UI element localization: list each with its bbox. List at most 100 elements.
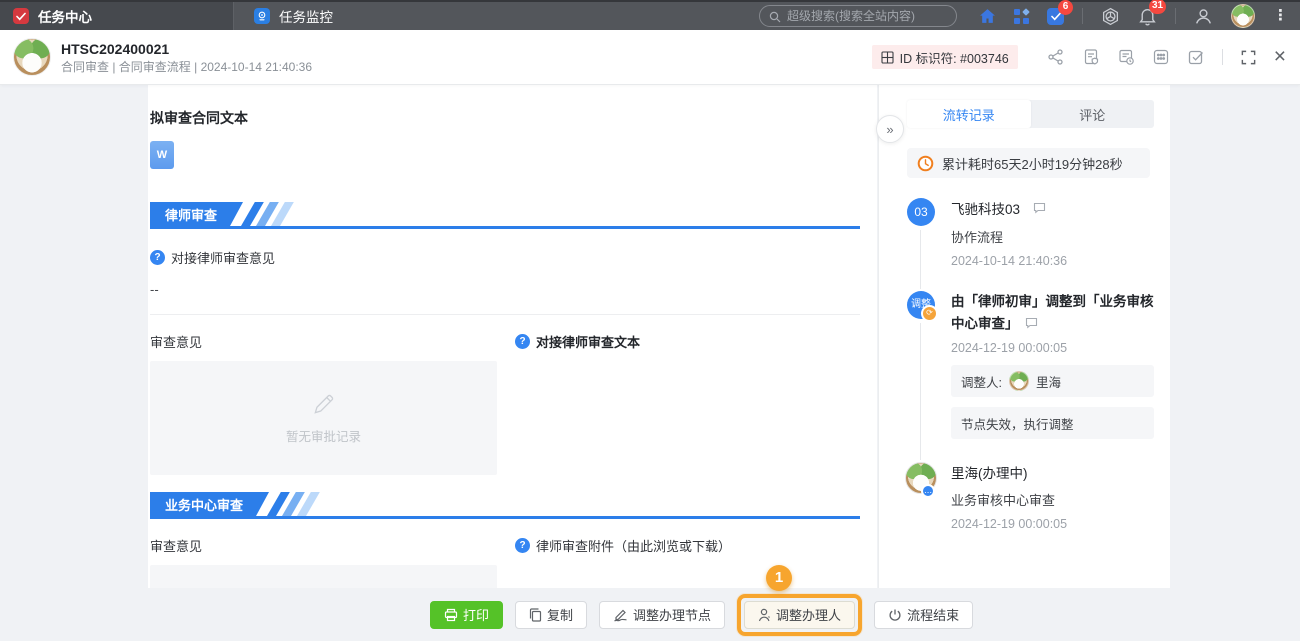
tab-comments[interactable]: 评论 [1031, 100, 1155, 128]
user-avatar[interactable] [1231, 4, 1255, 28]
apps-grid-icon [1014, 9, 1029, 24]
search-input[interactable] [759, 5, 957, 27]
home-button[interactable] [979, 8, 996, 24]
guide-highlight-ring: 1 调整办理人 [737, 594, 862, 636]
notifications-button[interactable]: 31 [1138, 7, 1157, 26]
header-divider [1222, 49, 1223, 65]
task-monitor-icon [254, 8, 270, 24]
adjuster-box: 调整人: 里海 [951, 365, 1154, 397]
business-review-opinion-label: 审查意见 [150, 536, 497, 555]
lawyer-review-section-banner: 律师审查 [150, 202, 860, 229]
timeline-connector [920, 323, 921, 460]
print-button[interactable]: 打印 [430, 601, 503, 629]
close-button[interactable]: × [1274, 48, 1286, 66]
avatar-image [1231, 4, 1255, 28]
flow-timeline: 03 飞驰科技03 协作流程 2024-10-14 21:40:36 调整 ⟳ … [907, 198, 1154, 531]
adjust-note-box: 节点失效，执行调整 [951, 407, 1154, 439]
id-chip-label: ID 标识符: #003746 [900, 48, 1009, 67]
grid-table-icon [881, 51, 894, 64]
more-menu-button[interactable]: ⋮ [1273, 9, 1288, 23]
headset-person-icon [1194, 7, 1213, 26]
support-button[interactable] [1194, 7, 1213, 26]
lawyer-opinion-label: 对接律师审查意见 [171, 248, 275, 267]
topbar-divider [1082, 8, 1083, 24]
tab-task-monitor-label: 任务监控 [279, 6, 333, 26]
task-count-badge: 6 [1058, 0, 1073, 15]
adjust-node-button[interactable]: 调整办理节点 [599, 601, 725, 629]
chevron-right-double-icon: » [886, 122, 893, 137]
signature-pen-icon [613, 608, 628, 622]
ribbon-stripes [267, 492, 306, 516]
global-search [759, 5, 957, 27]
doc-owner-avatar [13, 38, 51, 76]
action-footer: 打印 复制 调整办理节点 1 调整办理人 流程结束 [0, 588, 1300, 641]
pencil-icon [311, 391, 337, 417]
share-flow-button[interactable] [1047, 48, 1065, 66]
panel-tabs: 流转记录 评论 [907, 100, 1154, 128]
section-ribbon: 律师审查 [150, 202, 243, 226]
adjust-handler-button[interactable]: 调整办理人 [744, 601, 855, 629]
calculator-icon [1152, 48, 1170, 66]
fullscreen-button[interactable] [1240, 49, 1257, 66]
timeline-title: 里海(办理中) [951, 462, 1028, 482]
workbench-button[interactable] [1101, 7, 1120, 26]
timeline-node-03: 03 [907, 198, 935, 226]
file-shield-button[interactable] [1082, 48, 1100, 66]
tab-task-monitor[interactable]: 任务监控 [234, 2, 353, 30]
timeline-subtitle: 协作流程 [951, 227, 1154, 246]
lawyer-text-label-row: ? 对接律师审查文本 [515, 332, 860, 351]
panel-collapse-button[interactable]: » [876, 115, 904, 143]
end-process-button[interactable]: 流程结束 [874, 601, 973, 629]
expand-icon [1240, 49, 1257, 66]
adjuster-avatar [1009, 371, 1029, 391]
doc-title: HTSC202400021 [61, 42, 312, 56]
file-history-button[interactable] [1117, 48, 1135, 66]
handler-avatar-wrap: ⋯ [905, 462, 937, 494]
my-tasks-button[interactable]: 6 [1047, 8, 1064, 25]
timeline-item: ⋯ 里海(办理中) 业务审核中心审查 2024-12-19 00:00:05 [907, 462, 1154, 531]
adjuster-label: 调整人: [961, 372, 1002, 391]
empty-review-text: 暂无审批记录 [286, 426, 361, 445]
word-file-icon[interactable]: W [150, 141, 174, 169]
elapsed-time-pill: 累计耗时65天2小时19分钟28秒 [907, 148, 1150, 178]
calculator-button[interactable] [1152, 48, 1170, 66]
timeline-title: 由「律师初审」调整到「业务审核中心审查」 [951, 294, 1154, 331]
file-shield-icon [1082, 48, 1100, 66]
home-icon [979, 8, 996, 24]
timeline-item: 03 飞驰科技03 协作流程 2024-10-14 21:40:36 [907, 198, 1154, 268]
comment-bubble-icon[interactable] [1025, 317, 1038, 329]
comment-bubble-icon[interactable] [1033, 202, 1046, 214]
attachment-label-row: ? 律师审查附件（由此浏览或下载） [515, 536, 860, 555]
ribbon-stripes [241, 202, 280, 226]
attachment-label: 律师审查附件（由此浏览或下载） [536, 536, 731, 555]
question-icon: ? [150, 250, 165, 265]
tab-task-center[interactable]: 任务中心 [0, 2, 233, 30]
lawyer-text-label: 对接律师审查文本 [536, 332, 640, 351]
todo-check-button[interactable] [1187, 48, 1205, 66]
close-icon: × [1274, 45, 1286, 68]
review-opinion-label: 审查意见 [150, 332, 497, 351]
tab-task-center-label: 任务中心 [38, 6, 92, 26]
power-icon [888, 608, 902, 622]
flow-record-panel: » 流转记录 评论 累计耗时65天2小时19分钟28秒 03 飞驰科技03 协作… [878, 85, 1170, 588]
tab-flow-records[interactable]: 流转记录 [907, 100, 1031, 128]
apps-button[interactable] [1014, 9, 1029, 24]
id-chip: ID 标识符: #003746 [872, 45, 1018, 69]
share-nodes-icon [1047, 48, 1065, 66]
person-icon [758, 608, 771, 622]
topbar: 任务中心 任务监控 6 31 [0, 0, 1300, 30]
search-icon [769, 11, 781, 23]
timeline-node-adjust: 调整 ⟳ [907, 291, 935, 319]
elapsed-time-text: 累计耗时65天2小时19分钟28秒 [942, 154, 1123, 173]
timeline-time: 2024-12-19 00:00:05 [951, 517, 1154, 531]
timeline-connector [920, 230, 921, 289]
question-icon: ? [515, 334, 530, 349]
lawyer-opinion-value: -- [150, 282, 860, 297]
form-content: 拟审查合同文本 W 律师审查 ? 对接律师审查意见 -- 审查意见 暂无审批记录… [148, 85, 877, 588]
doc-subtitle: 合同审查 | 合同审查流程 | 2024-10-14 21:40:36 [61, 61, 312, 73]
copy-button[interactable]: 复制 [515, 601, 587, 629]
adjust-refresh-badge: ⟳ [921, 305, 938, 322]
timeline-time: 2024-10-14 21:40:36 [951, 254, 1154, 268]
question-icon: ? [515, 538, 530, 553]
business-review-empty-state [150, 565, 497, 588]
